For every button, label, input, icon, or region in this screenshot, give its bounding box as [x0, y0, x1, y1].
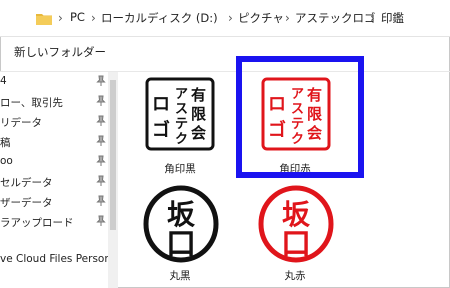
pin-icon [96, 135, 106, 146]
svg-text:ゴ: ゴ [152, 119, 170, 141]
nav-scrollbar-thumb[interactable] [110, 80, 116, 230]
file-caption: 丸赤 [284, 270, 306, 282]
folder-icon [36, 14, 52, 25]
nav-item[interactable]: 稿 [0, 132, 118, 152]
nav-item-label: ロー、取引先 [0, 97, 63, 109]
pin-icon [96, 155, 106, 166]
file-caption: 角印黒 [164, 163, 196, 175]
svg-text:口: 口 [281, 227, 311, 262]
address-bar[interactable]: › PC › ローカルディスク (D:) › ピクチャ › アステックロゴ › … [0, 0, 450, 37]
pin-icon [96, 175, 106, 186]
chevron-right-icon: › [228, 11, 233, 25]
nav-item[interactable]: ザーデータ [0, 192, 118, 212]
svg-text:ア: ア [175, 87, 188, 102]
nav-item[interactable]: oo [0, 152, 118, 172]
chevron-right-icon: › [58, 11, 63, 25]
nav-item-label: oo [0, 155, 13, 167]
breadcrumb-pictures[interactable]: ピクチャ [238, 10, 284, 26]
nav-item[interactable]: リデータ [0, 112, 118, 132]
svg-text:ロ: ロ [152, 94, 170, 115]
nav-item[interactable]: ロー、取引先 [0, 92, 118, 112]
round-stamp-red-image: 坂 口 [258, 185, 334, 263]
file-caption: 丸黒 [169, 270, 191, 282]
svg-text:ク: ク [175, 132, 188, 147]
breadcrumb-pc[interactable]: PC [70, 10, 85, 24]
nav-item-label: ザーデータ [0, 197, 53, 209]
chevron-right-icon: › [285, 11, 290, 25]
new-folder-button[interactable]: 新しいフォルダー [14, 44, 106, 60]
breadcrumb-astec-logo[interactable]: アステックロゴ [295, 10, 376, 26]
file-item-maru-aka[interactable]: 坂 口 丸赤 [245, 182, 345, 288]
nav-item[interactable]: 4 [0, 72, 118, 92]
nav-item[interactable]: セルデータ [0, 172, 118, 192]
svg-text:テ: テ [175, 117, 188, 132]
chevron-right-icon: › [91, 11, 96, 25]
svg-text:限: 限 [191, 105, 206, 123]
pin-icon [96, 195, 106, 206]
nav-item-label: ve Cloud Files Persona [0, 253, 118, 265]
pin-icon [96, 75, 106, 86]
nav-item-label: リデータ [0, 117, 42, 129]
file-item-maru-kuro[interactable]: 坂 口 丸黒 [135, 182, 235, 288]
file-item-kakuin-kuro[interactable]: 有 限 会 ア ス テ ク ロ ゴ 角印黒 [130, 72, 230, 182]
chevron-right-icon: › [370, 11, 375, 25]
nav-item-label: 4 [0, 75, 7, 87]
svg-text:ス: ス [175, 102, 188, 117]
round-stamp-black-image: 坂 口 [143, 185, 219, 263]
pin-icon [96, 215, 106, 226]
pin-icon [96, 115, 106, 126]
svg-text:有: 有 [191, 86, 206, 104]
square-stamp-black-image: 有 限 会 ア ス テ ク ロ ゴ [145, 77, 215, 151]
pin-icon [96, 95, 106, 106]
nav-item-label: ラアップロード [0, 217, 74, 229]
svg-text:口: 口 [166, 227, 196, 262]
nav-item[interactable]: ve Cloud Files Persona [0, 250, 118, 270]
breadcrumb-local-disk[interactable]: ローカルディスク (D:) [101, 10, 218, 26]
nav-item-label: セルデータ [0, 177, 53, 189]
selection-highlight [236, 56, 364, 178]
nav-item-label: 稿 [0, 137, 11, 149]
breadcrumb-inkan[interactable]: 印鑑 [381, 10, 404, 26]
nav-item[interactable]: ラアップロード [0, 212, 118, 232]
navigation-pane: 4 ロー、取引先 リデータ 稿 oo セルデータ ザーデータ ラアップロード v… [0, 72, 118, 288]
svg-text:会: 会 [191, 124, 206, 142]
